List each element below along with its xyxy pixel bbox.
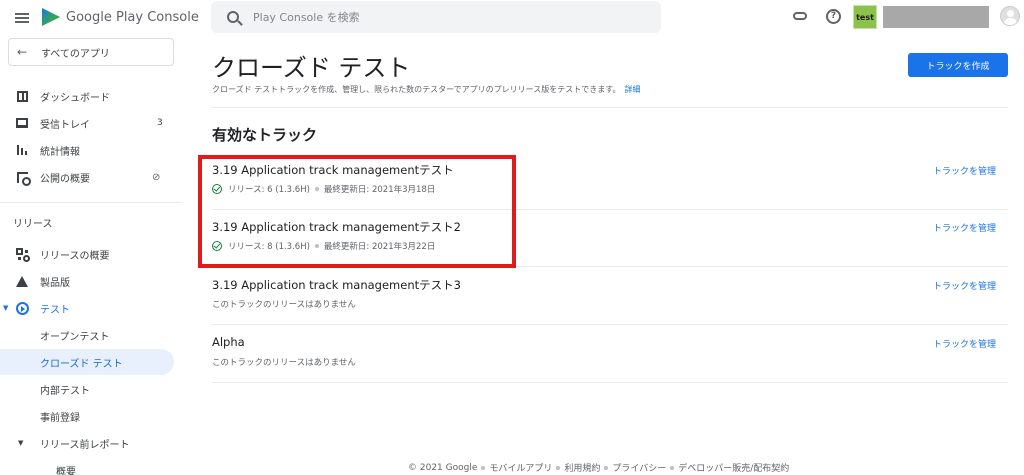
sidebar-item-release-overview[interactable]: リリースの概要 — [0, 241, 174, 267]
warning-icon — [15, 274, 29, 288]
sidebar-section-release: リリース — [13, 219, 53, 230]
sidebar-item-label: テスト — [40, 304, 70, 316]
footer-copyright: © 2021 Google — [408, 462, 478, 473]
arrow-left-icon: ← — [17, 45, 28, 59]
track-name: Alpha — [212, 335, 245, 349]
sidebar-item-label: 製品版 — [40, 277, 70, 289]
search-bar[interactable] — [211, 1, 661, 33]
track-meta: このトラックのリリースはありません — [212, 356, 356, 368]
footer-link-terms[interactable]: 利用規約 — [564, 461, 600, 474]
sidebar-item-testing[interactable]: ▼ テスト — [0, 295, 174, 321]
sidebar-item-label: オープンテスト — [40, 331, 110, 343]
caret-down-icon: ▼ — [18, 439, 24, 447]
menu-icon[interactable] — [8, 4, 36, 32]
link-icon[interactable] — [793, 12, 807, 20]
dashboard-icon — [15, 89, 29, 103]
sidebar-item-label: 内部テスト — [40, 385, 90, 397]
manage-track-link[interactable]: トラックを管理 — [933, 221, 996, 234]
sidebar-item-label: 統計情報 — [40, 146, 80, 158]
sidebar-item-label: 公開の概要 — [40, 173, 90, 185]
track-row: 3.19 Application track managementテスト3 この… — [212, 267, 1008, 324]
publish-icon — [15, 170, 31, 186]
sidebar-item-label: ダッシュボード — [40, 92, 110, 104]
page-description-text: クローズド テストトラックを作成、管理し、限られた数のテスターでアプリのプレリリ… — [212, 85, 621, 94]
sidebar-item-label: クローズド テスト — [40, 358, 123, 370]
search-input[interactable] — [253, 10, 633, 24]
sidebar-item-inbox[interactable]: 受信トレイ 3 — [0, 110, 174, 136]
all-apps-label: すべてのアプリ — [41, 48, 110, 60]
all-apps-button[interactable]: ← すべてのアプリ — [8, 38, 174, 66]
create-track-button[interactable]: トラックを作成 — [908, 53, 1008, 77]
app-icon-label: test — [856, 12, 874, 22]
manage-track-link[interactable]: トラックを管理 — [933, 279, 996, 292]
stats-icon — [15, 143, 29, 157]
logo[interactable]: Google Play Console — [42, 8, 199, 26]
help-icon[interactable]: ? — [826, 9, 841, 24]
sidebar-item-open-testing[interactable]: オープンテスト — [0, 322, 174, 348]
section-title-active-tracks: 有効なトラック — [212, 126, 318, 144]
track-row: Alpha このトラックのリリースはありません トラックを管理 — [212, 325, 1008, 382]
sidebar-item-closed-testing[interactable]: クローズド テスト — [0, 349, 174, 375]
footer-link-developer-agreement[interactable]: デベロッパー販売/配布契約 — [678, 461, 789, 474]
logo-text: Google Play Console — [66, 9, 199, 25]
track-name: 3.19 Application track managementテスト3 — [212, 278, 461, 292]
sidebar-item-pre-launch-report[interactable]: ▼ リリース前レポート — [0, 430, 174, 456]
footer-link-privacy[interactable]: プライバシー — [612, 461, 666, 474]
footer-link-mobile-app[interactable]: モバイルアプリ — [489, 461, 552, 474]
separator-dot — [670, 465, 675, 470]
track-empty-message: このトラックのリリースはありません — [212, 358, 356, 368]
sidebar-item-label: 概要 — [56, 466, 76, 475]
sidebar-item-label: 受信トレイ — [40, 119, 90, 131]
sidebar-item-label: リリース前レポート — [40, 439, 130, 451]
sidebar-divider — [0, 202, 182, 203]
inbox-icon — [15, 116, 29, 130]
manage-track-link[interactable]: トラックを管理 — [933, 337, 996, 350]
sidebar-item-internal-testing[interactable]: 内部テスト — [0, 376, 174, 402]
page-title: クローズド テスト — [212, 54, 411, 82]
separator-dot — [481, 465, 486, 470]
sidebar-item-label: 事前登録 — [40, 412, 80, 424]
divider — [212, 382, 1008, 383]
grid-icon — [15, 247, 30, 262]
search-icon — [227, 11, 239, 23]
sidebar-item-pre-registration[interactable]: 事前登録 — [0, 403, 174, 429]
test-icon — [15, 301, 29, 315]
annotation-highlight-box — [198, 155, 516, 268]
page-description: クローズド テストトラックを作成、管理し、限られた数のテスターでアプリのプレリリ… — [212, 84, 640, 95]
separator-dot — [604, 465, 609, 470]
account-name-redacted — [883, 6, 989, 28]
app-icon[interactable]: test — [853, 5, 877, 29]
manage-track-link[interactable]: トラックを管理 — [933, 164, 996, 177]
play-console-logo-icon — [42, 8, 60, 26]
separator-dot — [556, 465, 561, 470]
track-empty-message: このトラックのリリースはありません — [212, 300, 356, 310]
learn-more-link[interactable]: 詳細 — [624, 85, 640, 94]
sidebar-item-production[interactable]: 製品版 — [0, 268, 174, 294]
caret-down-icon: ▼ — [3, 304, 9, 312]
sidebar-item-publishing-overview[interactable]: 公開の概要 ⊘ — [0, 164, 174, 190]
sync-off-icon: ⊘ — [152, 171, 161, 183]
sidebar: ← すべてのアプリ ダッシュボード 受信トレイ 3 統計情報 公開の概要 ⊘ リ… — [0, 36, 182, 475]
sidebar-item-label: リリースの概要 — [40, 250, 110, 262]
avatar-icon[interactable] — [1000, 6, 1020, 26]
divider — [212, 107, 1008, 108]
footer: © 2021 Google モバイルアプリ 利用規約 プライバシー デベロッパー… — [408, 461, 789, 475]
track-meta: このトラックのリリースはありません — [212, 298, 356, 310]
sidebar-item-dashboard[interactable]: ダッシュボード — [0, 83, 174, 109]
sidebar-item-stats[interactable]: 統計情報 — [0, 137, 174, 163]
inbox-count-badge: 3 — [157, 118, 163, 128]
sidebar-item-pre-launch-overview[interactable]: 概要 — [0, 457, 174, 475]
top-bar: Google Play Console ? test — [0, 0, 1024, 36]
